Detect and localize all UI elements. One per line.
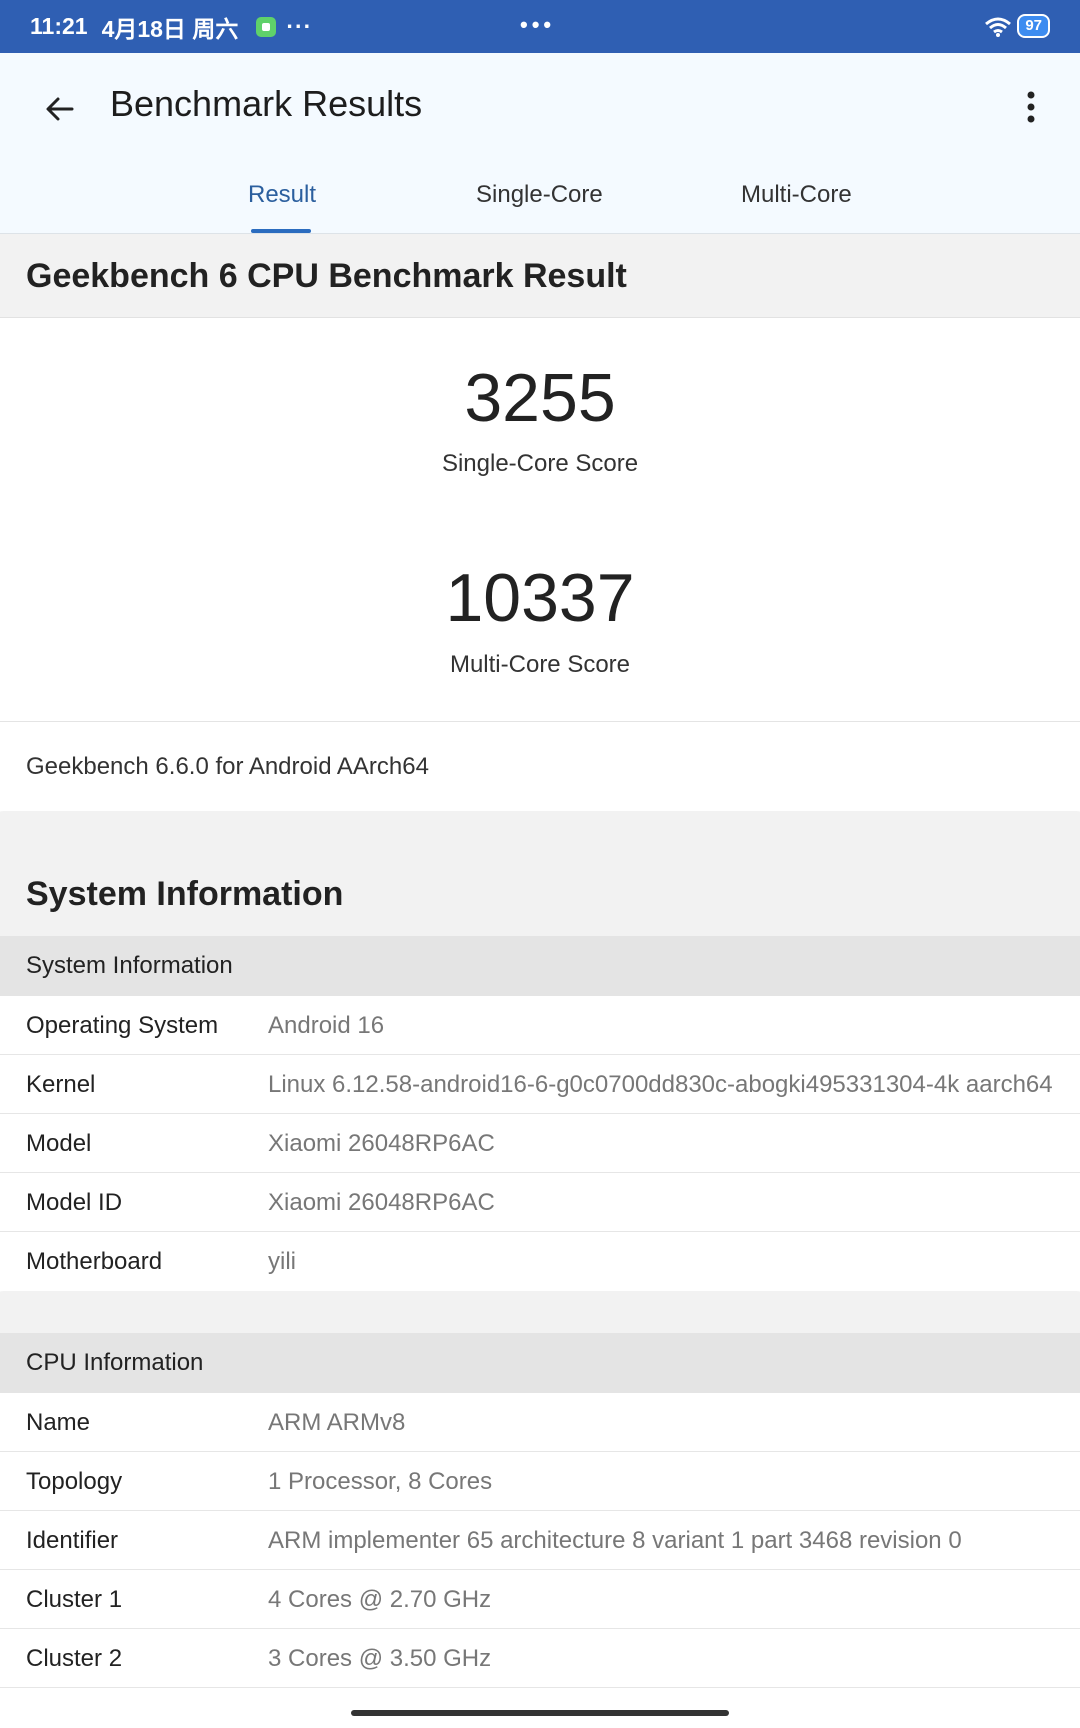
tab-result[interactable]: Result — [248, 181, 316, 209]
status-bar: 11:21 4月18日 周六 ··· ••• 97 — [0, 0, 1080, 53]
notification-app-icon — [256, 16, 277, 37]
row-value: yili — [268, 1248, 296, 1275]
row-value: ARM ARMv8 — [268, 1409, 406, 1436]
row-value: 1 Processor, 8 Cores — [268, 1468, 493, 1495]
row-value: ARM implementer 65 architecture 8 varian… — [268, 1527, 962, 1554]
geekbench-version: Geekbench 6.6.0 for Android AArch64 — [0, 721, 1080, 811]
row-value: Xiaomi 26048RP6AC — [268, 1189, 495, 1216]
status-date: 4月18日 周六 — [101, 15, 239, 42]
table-row: Name ARM ARMv8 — [0, 1393, 1080, 1452]
row-key: Name — [26, 1409, 91, 1436]
overflow-menu-icon[interactable] — [1016, 87, 1046, 131]
single-core-score: 3255 — [464, 360, 616, 436]
table-row: Operating System Android 16 — [0, 996, 1080, 1055]
battery-icon: 97 — [1017, 14, 1050, 38]
row-key: Operating System — [26, 1012, 219, 1039]
window-handle-dots[interactable]: ••• — [520, 12, 555, 38]
row-key: Model ID — [26, 1189, 123, 1216]
benchmark-result-heading: Geekbench 6 CPU Benchmark Result — [0, 234, 1080, 318]
tab-indicator — [251, 229, 311, 233]
row-key: Motherboard — [26, 1248, 163, 1275]
multi-core-score: 10337 — [445, 560, 635, 636]
row-key: Kernel — [26, 1071, 96, 1098]
table-row: Cluster 1 4 Cores @ 2.70 GHz — [0, 1570, 1080, 1629]
multi-core-score-label: Multi-Core Score — [449, 651, 631, 678]
row-key: Cluster 1 — [26, 1586, 123, 1613]
row-key: Model — [26, 1130, 92, 1157]
row-value: Android 16 — [268, 1012, 385, 1039]
section-gap — [0, 1292, 1080, 1333]
page-title: Benchmark Results — [110, 83, 423, 124]
score-panel: 3255 Single-Core Score 10337 Multi-Core … — [0, 319, 1080, 720]
system-information-subheading: System Information — [0, 936, 1080, 996]
status-more-indicator: ··· — [286, 13, 313, 39]
table-row: Kernel Linux 6.12.58-android16-6-g0c0700… — [0, 1055, 1080, 1114]
wifi-icon — [985, 17, 1012, 37]
table-row: Cluster 2 3 Cores @ 3.50 GHz — [0, 1629, 1080, 1688]
system-information-heading: System Information — [0, 812, 1080, 936]
table-row: Identifier ARM implementer 65 architectu… — [0, 1511, 1080, 1570]
home-indicator[interactable] — [351, 1710, 729, 1716]
single-core-score-label: Single-Core Score — [441, 450, 639, 477]
tab-single-core[interactable]: Single-Core — [476, 181, 603, 209]
table-row: Topology 1 Processor, 8 Cores — [0, 1452, 1080, 1511]
row-key: Topology — [26, 1468, 123, 1495]
back-arrow-icon[interactable] — [40, 89, 80, 129]
row-value: Linux 6.12.58-android16-6-g0c0700dd830c-… — [268, 1071, 1053, 1098]
table-row: Model Xiaomi 26048RP6AC — [0, 1114, 1080, 1173]
app-bar: Benchmark Results Result Single-Core Mul… — [0, 53, 1080, 234]
row-value: Xiaomi 26048RP6AC — [268, 1130, 495, 1157]
row-key: Identifier — [26, 1527, 119, 1554]
table-row: Motherboard yili — [0, 1232, 1080, 1291]
row-key: Cluster 2 — [26, 1645, 123, 1672]
row-value: 4 Cores @ 2.70 GHz — [268, 1586, 492, 1613]
status-right-group: 97 — [983, 14, 1050, 38]
status-time: 11:21 — [30, 13, 88, 39]
tab-multi-core[interactable]: Multi-Core — [741, 181, 852, 209]
table-row: Model ID Xiaomi 26048RP6AC — [0, 1173, 1080, 1232]
row-value: 3 Cores @ 3.50 GHz — [268, 1645, 492, 1672]
cpu-information-subheading: CPU Information — [0, 1333, 1080, 1393]
